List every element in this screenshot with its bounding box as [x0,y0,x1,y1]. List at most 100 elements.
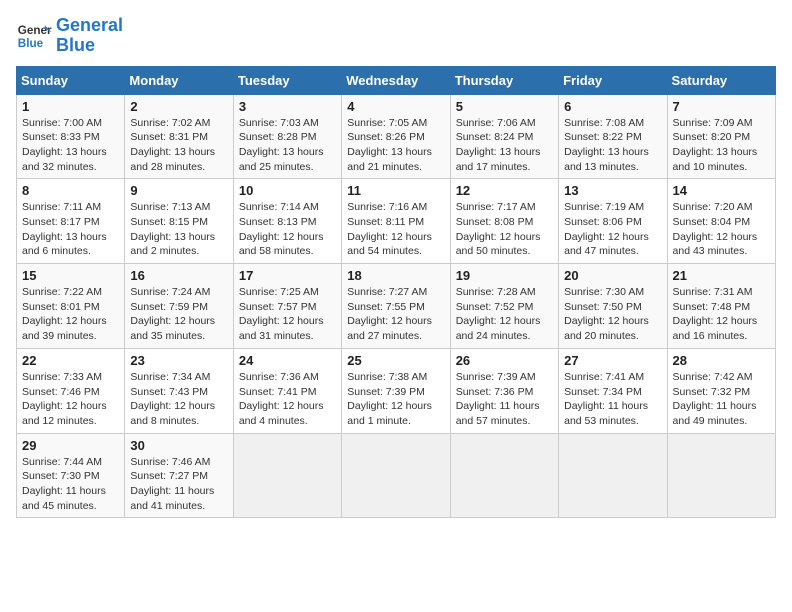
calendar-cell: 14 Sunrise: 7:20 AMSunset: 8:04 PMDayligh… [667,179,775,264]
cell-info: Sunrise: 7:05 AMSunset: 8:26 PMDaylight:… [347,117,432,173]
day-number: 27 [564,353,661,368]
cell-info: Sunrise: 7:17 AMSunset: 8:08 PMDaylight:… [456,201,541,257]
day-number: 11 [347,183,444,198]
day-number: 18 [347,268,444,283]
calendar-cell [233,433,341,518]
cell-info: Sunrise: 7:20 AMSunset: 8:04 PMDaylight:… [673,201,758,257]
calendar-cell: 10Sunrise: 7:14 AMSunset: 8:13 PMDayligh… [233,179,341,264]
calendar-week-3: 15 Sunrise: 7:22 AMSunset: 8:01 PMDayligh… [17,264,776,349]
calendar-cell: 9 Sunrise: 7:13 AMSunset: 8:15 PMDaylight… [125,179,233,264]
header-row: Sunday Monday Tuesday Wednesday Thursday… [17,66,776,94]
cell-info: Sunrise: 7:16 AMSunset: 8:11 PMDaylight:… [347,201,432,257]
logo: General Blue GeneralBlue [16,16,123,56]
calendar-cell: 17Sunrise: 7:25 AMSunset: 7:57 PMDayligh… [233,264,341,349]
calendar-cell: 2Sunrise: 7:02 AMSunset: 8:31 PMDaylight… [125,94,233,179]
day-number: 24 [239,353,336,368]
calendar-week-4: 22 Sunrise: 7:33 AMSunset: 7:46 PMDayligh… [17,348,776,433]
calendar-week-2: 8 Sunrise: 7:11 AMSunset: 8:17 PMDaylight… [17,179,776,264]
cell-info: Sunrise: 7:42 AMSunset: 7:32 PMDaylight:… [673,371,757,427]
cell-info: Sunrise: 7:30 AMSunset: 7:50 PMDaylight:… [564,286,649,342]
col-sunday: Sunday [17,66,125,94]
cell-info: Sunrise: 7:24 AMSunset: 7:59 PMDaylight:… [130,286,215,342]
day-number: 7 [673,99,770,114]
calendar-cell: 8 Sunrise: 7:11 AMSunset: 8:17 PMDaylight… [17,179,125,264]
cell-info: Sunrise: 7:25 AMSunset: 7:57 PMDaylight:… [239,286,324,342]
cell-info: Sunrise: 7:13 AMSunset: 8:15 PMDaylight:… [130,201,215,257]
cell-info: Sunrise: 7:28 AMSunset: 7:52 PMDaylight:… [456,286,541,342]
calendar-cell: 13Sunrise: 7:19 AMSunset: 8:06 PMDayligh… [559,179,667,264]
calendar-cell: 30 Sunrise: 7:46 AMSunset: 7:27 PMDayligh… [125,433,233,518]
calendar-cell: 6Sunrise: 7:08 AMSunset: 8:22 PMDaylight… [559,94,667,179]
cell-info: Sunrise: 7:27 AMSunset: 7:55 PMDaylight:… [347,286,432,342]
day-number: 1 [22,99,119,114]
cell-info: Sunrise: 7:34 AMSunset: 7:43 PMDaylight:… [130,371,215,427]
cell-info: Sunrise: 7:06 AMSunset: 8:24 PMDaylight:… [456,117,541,173]
svg-text:Blue: Blue [18,37,44,50]
day-number: 8 [22,183,119,198]
calendar-cell: 7 Sunrise: 7:09 AMSunset: 8:20 PMDaylight… [667,94,775,179]
calendar-cell: 3 Sunrise: 7:03 AMSunset: 8:28 PMDaylight… [233,94,341,179]
day-number: 22 [22,353,119,368]
calendar-cell: 15 Sunrise: 7:22 AMSunset: 8:01 PMDayligh… [17,264,125,349]
col-friday: Friday [559,66,667,94]
calendar-cell: 16 Sunrise: 7:24 AMSunset: 7:59 PMDayligh… [125,264,233,349]
calendar-cell: 23 Sunrise: 7:34 AMSunset: 7:43 PMDayligh… [125,348,233,433]
calendar-cell: 19 Sunrise: 7:28 AMSunset: 7:52 PMDayligh… [450,264,558,349]
day-number: 20 [564,268,661,283]
calendar-cell: 27 Sunrise: 7:41 AMSunset: 7:34 PMDayligh… [559,348,667,433]
svg-text:General: General [18,24,52,37]
day-number: 28 [673,353,770,368]
day-number: 4 [347,99,444,114]
cell-info: Sunrise: 7:39 AMSunset: 7:36 PMDaylight:… [456,371,540,427]
calendar-cell: 21 Sunrise: 7:31 AMSunset: 7:48 PMDayligh… [667,264,775,349]
calendar-cell: 24 Sunrise: 7:36 AMSunset: 7:41 PMDayligh… [233,348,341,433]
cell-info: Sunrise: 7:14 AMSunset: 8:13 PMDaylight:… [239,201,324,257]
day-number: 30 [130,438,227,453]
cell-info: Sunrise: 7:09 AMSunset: 8:20 PMDaylight:… [673,117,758,173]
calendar-cell: 25Sunrise: 7:38 AMSunset: 7:39 PMDayligh… [342,348,450,433]
day-number: 5 [456,99,553,114]
day-number: 23 [130,353,227,368]
cell-info: Sunrise: 7:22 AMSunset: 8:01 PMDaylight:… [22,286,107,342]
cell-info: Sunrise: 7:08 AMSunset: 8:22 PMDaylight:… [564,117,649,173]
day-number: 19 [456,268,553,283]
calendar-cell: 26Sunrise: 7:39 AMSunset: 7:36 PMDayligh… [450,348,558,433]
calendar-cell [450,433,558,518]
cell-info: Sunrise: 7:38 AMSunset: 7:39 PMDaylight:… [347,371,432,427]
calendar-cell [667,433,775,518]
cell-info: Sunrise: 7:46 AMSunset: 7:27 PMDaylight:… [130,456,214,512]
logo-icon: General Blue [16,18,52,54]
cell-info: Sunrise: 7:33 AMSunset: 7:46 PMDaylight:… [22,371,107,427]
calendar-cell: 28 Sunrise: 7:42 AMSunset: 7:32 PMDayligh… [667,348,775,433]
calendar-cell [559,433,667,518]
cell-info: Sunrise: 7:11 AMSunset: 8:17 PMDaylight:… [22,201,107,257]
cell-info: Sunrise: 7:44 AMSunset: 7:30 PMDaylight:… [22,456,106,512]
cell-info: Sunrise: 7:00 AMSunset: 8:33 PMDaylight:… [22,117,107,173]
calendar-cell [342,433,450,518]
calendar-cell: 4 Sunrise: 7:05 AMSunset: 8:26 PMDaylight… [342,94,450,179]
cell-info: Sunrise: 7:03 AMSunset: 8:28 PMDaylight:… [239,117,324,173]
col-saturday: Saturday [667,66,775,94]
day-number: 15 [22,268,119,283]
cell-info: Sunrise: 7:36 AMSunset: 7:41 PMDaylight:… [239,371,324,427]
col-thursday: Thursday [450,66,558,94]
day-number: 16 [130,268,227,283]
cell-info: Sunrise: 7:02 AMSunset: 8:31 PMDaylight:… [130,117,215,173]
calendar-week-1: 1 Sunrise: 7:00 AMSunset: 8:33 PMDaylight… [17,94,776,179]
cell-info: Sunrise: 7:41 AMSunset: 7:34 PMDaylight:… [564,371,648,427]
day-number: 21 [673,268,770,283]
calendar-cell: 18 Sunrise: 7:27 AMSunset: 7:55 PMDayligh… [342,264,450,349]
day-number: 14 [673,183,770,198]
logo-text: GeneralBlue [56,16,123,56]
col-tuesday: Tuesday [233,66,341,94]
page-header: General Blue GeneralBlue [16,16,776,56]
day-number: 9 [130,183,227,198]
calendar-cell: 11 Sunrise: 7:16 AMSunset: 8:11 PMDayligh… [342,179,450,264]
cell-info: Sunrise: 7:31 AMSunset: 7:48 PMDaylight:… [673,286,758,342]
calendar-cell: 22 Sunrise: 7:33 AMSunset: 7:46 PMDayligh… [17,348,125,433]
day-number: 12 [456,183,553,198]
col-wednesday: Wednesday [342,66,450,94]
day-number: 3 [239,99,336,114]
day-number: 13 [564,183,661,198]
col-monday: Monday [125,66,233,94]
